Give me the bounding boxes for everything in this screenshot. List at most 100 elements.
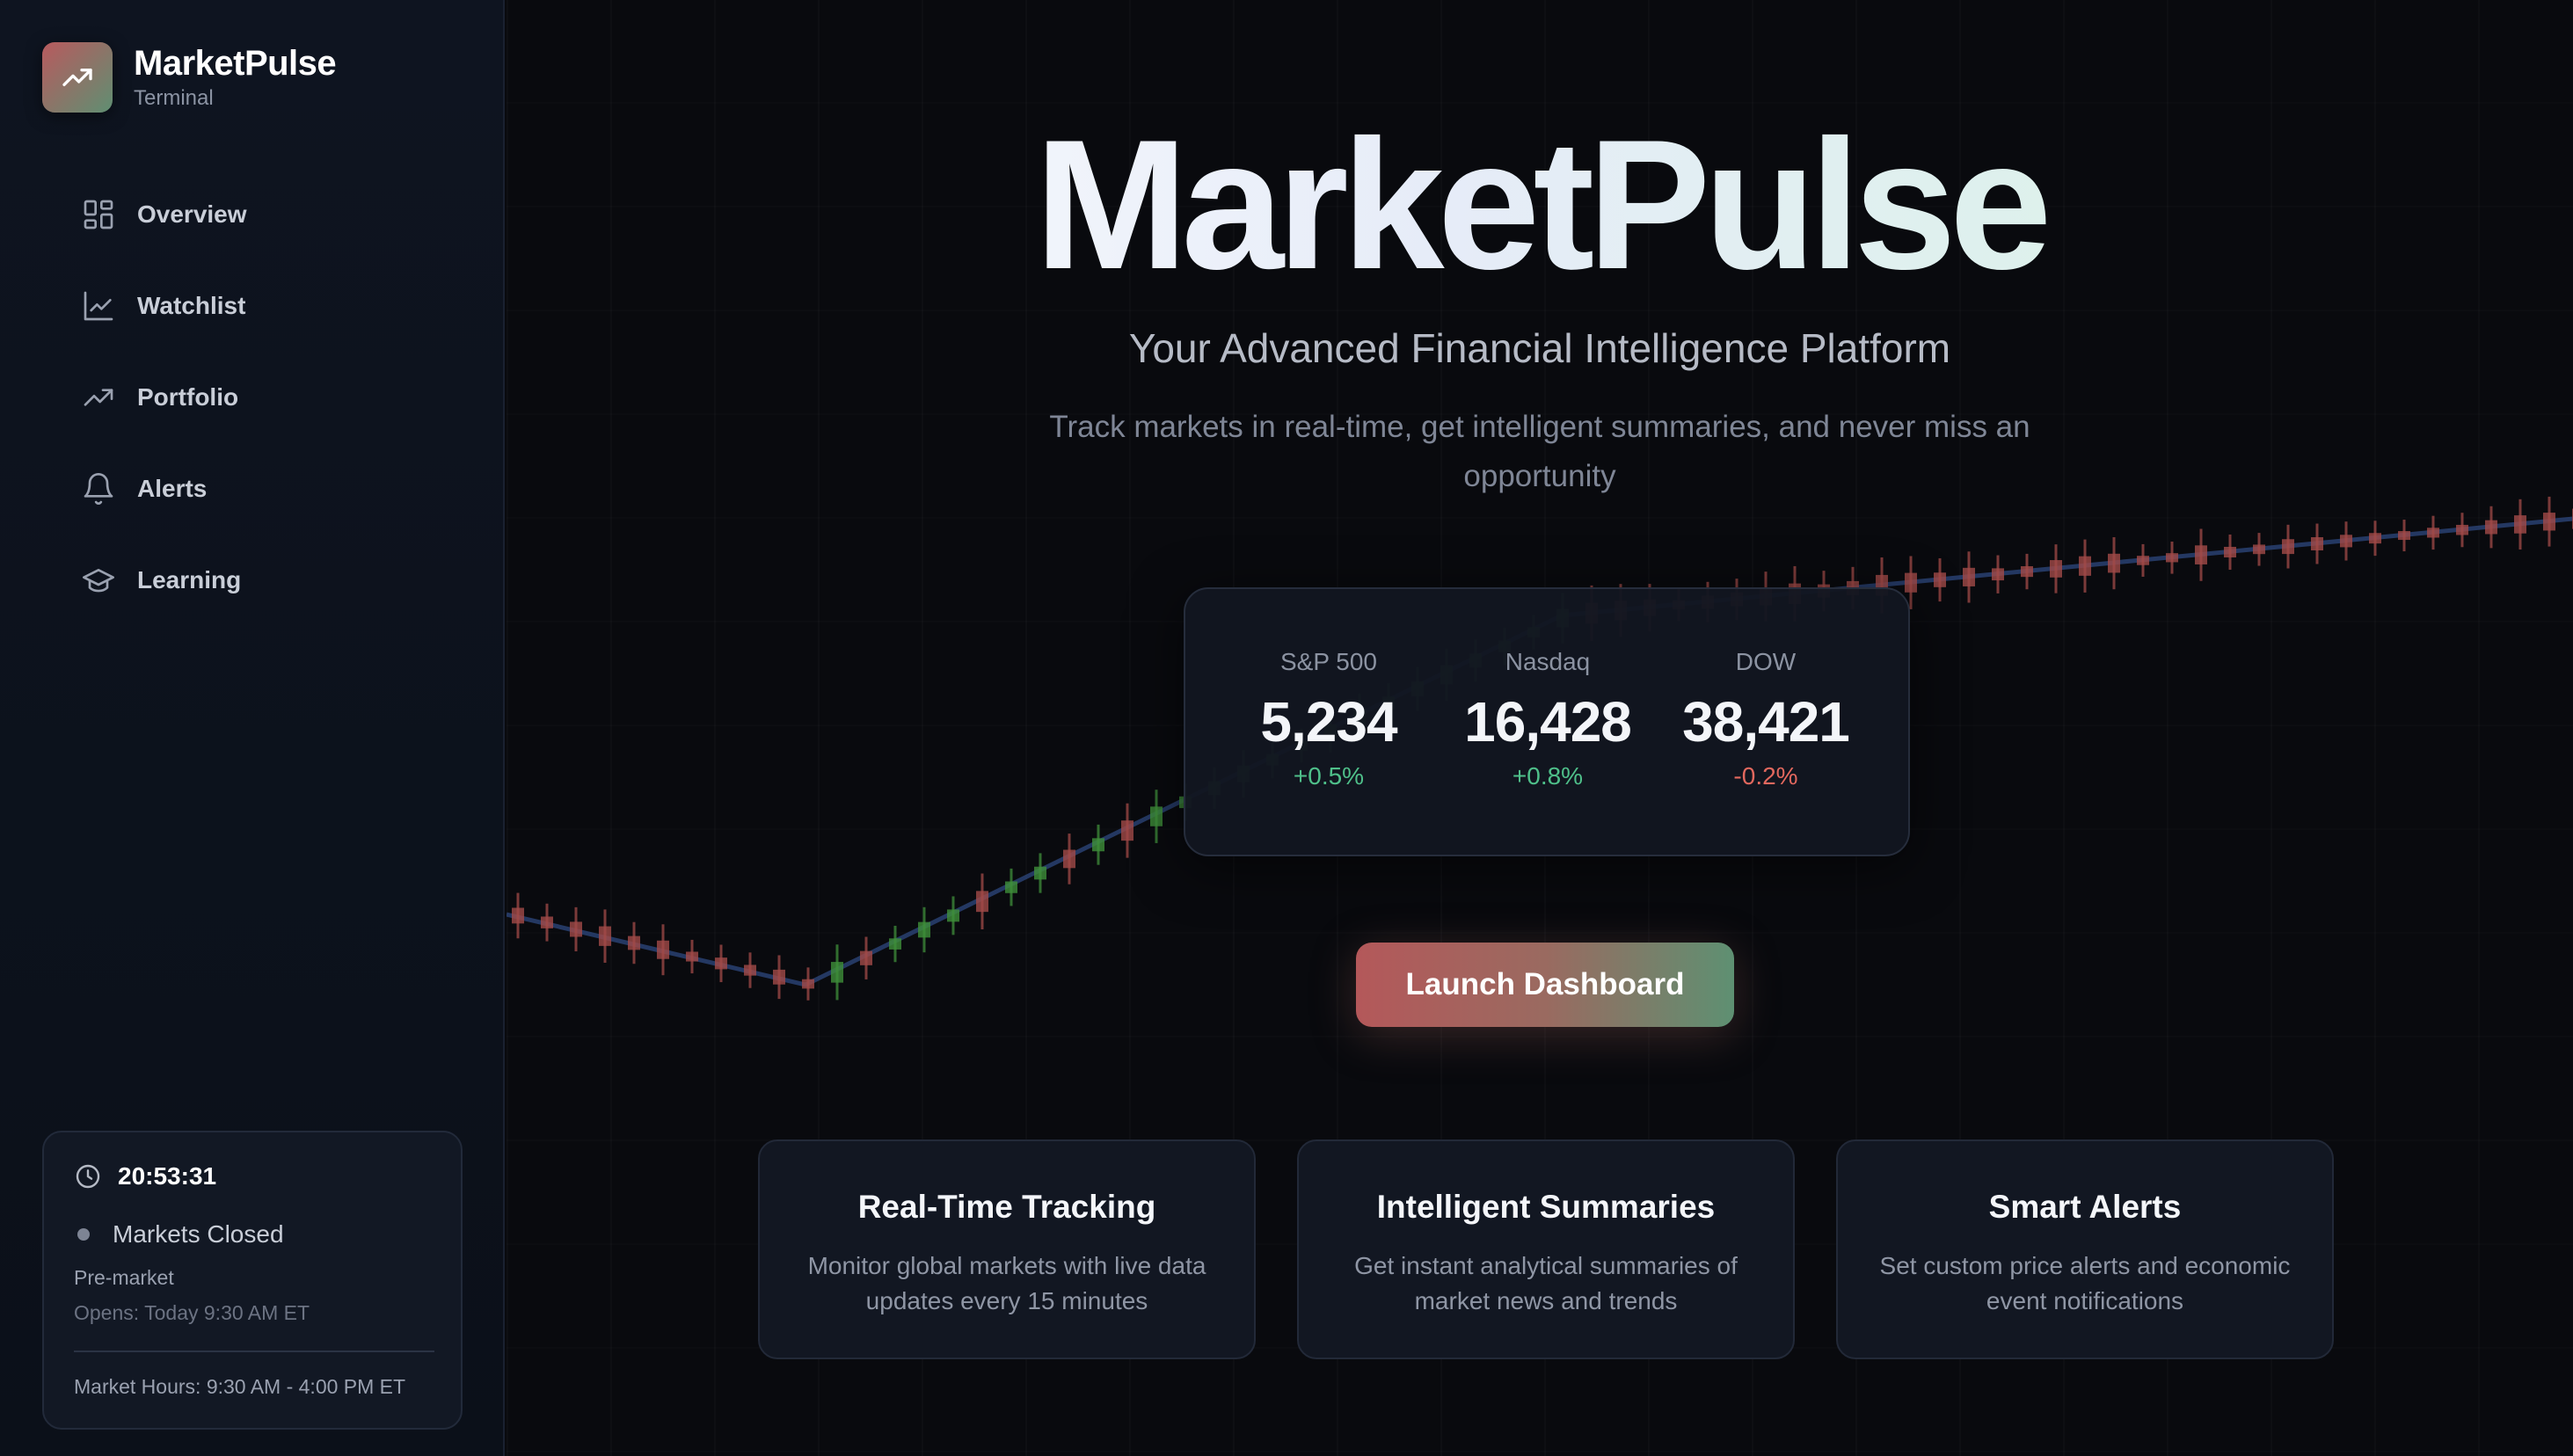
brand-subtitle: Terminal [134, 86, 214, 110]
divider [74, 1350, 434, 1352]
feature-card-intelligent-summaries: Intelligent Summaries Get instant analyt… [1297, 1139, 1795, 1359]
sidebar-item-portfolio[interactable]: Portfolio [42, 357, 464, 438]
candle-body [831, 962, 843, 983]
candle-body [1092, 838, 1104, 852]
index-ticker-card: S&P 500 5,234 +0.5% Nasdaq 16,428 +0.8% … [1184, 587, 1910, 856]
candle-body [1992, 568, 2004, 581]
market-state-row: Markets Closed [74, 1220, 284, 1249]
trending-up-icon [84, 389, 113, 406]
candle-body [2282, 539, 2294, 555]
candle-body [1034, 866, 1046, 880]
feature-card-smart-alerts: Smart Alerts Set custom price alerts and… [1836, 1139, 2334, 1359]
market-state: Markets Closed [113, 1220, 284, 1248]
candle-body [2224, 546, 2236, 557]
hero-subtitle: Your Advanced Financial Intelligence Pla… [1128, 325, 1951, 371]
candle-body [1005, 881, 1017, 893]
candle-body [657, 940, 669, 959]
sidebar-item-label: Learning [137, 566, 242, 593]
candle-body [976, 891, 988, 913]
candle-body [2079, 556, 2091, 576]
index-name: S&P 500 [1279, 648, 1378, 675]
sidebar-item-label: Overview [137, 200, 247, 228]
line-chart-icon [84, 291, 113, 321]
sidebar-nav: Overview Watchlist Portfolio Alerts Lear… [42, 174, 464, 631]
candle-body [744, 965, 756, 976]
candle-body [802, 979, 814, 989]
index-dow[interactable]: DOW 38,421 -0.2% [1660, 647, 1871, 791]
bell-icon [84, 473, 113, 505]
index-change: -0.2% [1733, 762, 1798, 790]
status-dot [77, 1228, 90, 1241]
candle-body [947, 909, 959, 922]
feature-description: Set custom price alerts and economic eve… [1879, 1252, 2291, 1314]
candle-body [1934, 572, 1946, 587]
clock-icon [76, 1164, 100, 1189]
feature-title: Intelligent Summaries [1376, 1189, 1716, 1225]
candle-body [512, 907, 524, 924]
grid-icon [84, 200, 113, 229]
candle-body [2340, 535, 2352, 548]
index-value: 5,234 [1260, 690, 1397, 753]
index-sp500[interactable]: S&P 500 5,234 +0.5% [1223, 647, 1434, 791]
sidebar-item-overview[interactable]: Overview [42, 174, 464, 255]
candle-body [2050, 560, 2062, 578]
candle-body [2021, 565, 2033, 578]
hero-title: MarketPulse [507, 104, 2573, 306]
feature-title: Real-Time Tracking [857, 1189, 1156, 1225]
candle-body [773, 969, 785, 985]
candle-body [2195, 545, 2207, 564]
candle-body [2108, 553, 2120, 573]
launch-dashboard-button[interactable]: Launch Dashboard [1356, 943, 1734, 1027]
index-value: 16,428 [1464, 690, 1632, 753]
candle-body [715, 957, 727, 970]
sidebar-item-watchlist[interactable]: Watchlist [42, 266, 464, 346]
sidebar-item-label: Portfolio [137, 383, 239, 411]
candle-body [2485, 520, 2497, 535]
hero-description: Track markets in real-time, get intellig… [1049, 410, 2030, 493]
feature-title: Smart Alerts [1988, 1189, 2182, 1225]
sidebar-item-alerts[interactable]: Alerts [42, 448, 464, 529]
index-name: DOW [1735, 648, 1797, 675]
sidebar-item-label: Watchlist [137, 292, 246, 319]
sidebar: MarketPulse Terminal Overview Watchlist … [0, 0, 505, 1456]
app-root: MarketPulse Terminal Overview Watchlist … [0, 0, 2573, 1456]
opens-label: Opens: Today 9:30 AM ET [74, 1301, 310, 1324]
candle-body [2369, 533, 2381, 544]
main-content: MarketPulse Your Advanced Financial Inte… [507, 0, 2573, 1456]
sidebar-item-learning[interactable]: Learning [42, 540, 464, 621]
candle-body [2543, 513, 2555, 531]
candle-body [570, 921, 582, 937]
candle-body [1063, 849, 1075, 869]
session-label: Pre-market [74, 1266, 174, 1289]
candle-body [599, 926, 611, 946]
brand[interactable]: MarketPulse Terminal [42, 42, 337, 113]
candle-body [2398, 531, 2410, 541]
graduation-cap-icon [83, 569, 115, 593]
candle-body [889, 938, 901, 950]
feature-description: Get instant analytical summaries of mark… [1354, 1252, 1738, 1314]
candle-body [2311, 537, 2323, 550]
candle-body [628, 935, 640, 950]
candle-body [1963, 567, 1975, 586]
sidebar-item-label: Alerts [137, 475, 208, 502]
candle-body [2253, 544, 2265, 555]
candle-body [541, 916, 553, 928]
candle-body [2514, 515, 2526, 534]
feature-description: Monitor global markets with live data up… [807, 1252, 1206, 1314]
index-change: +0.5% [1293, 762, 1365, 790]
market-hours: Market Hours: 9:30 AM - 4:00 PM ET [74, 1375, 406, 1398]
candle-body [2427, 528, 2439, 538]
brand-title: MarketPulse [134, 44, 337, 83]
market-status-card: 20:53:31 Markets Closed Pre-market Opens… [42, 1131, 463, 1430]
index-nasdaq[interactable]: Nasdaq 16,428 +0.8% [1442, 647, 1653, 791]
feature-card-real-time-tracking: Real-Time Tracking Monitor global market… [758, 1139, 1256, 1359]
index-value: 38,421 [1682, 690, 1850, 753]
clock-row: 20:53:31 [74, 1162, 216, 1190]
current-time: 20:53:31 [118, 1162, 217, 1190]
candle-body [2137, 556, 2149, 565]
candle-body [860, 950, 872, 965]
candle-body [1905, 572, 1917, 593]
candle-body [2456, 524, 2468, 535]
candle-body [1150, 806, 1163, 826]
candle-body [918, 921, 930, 938]
